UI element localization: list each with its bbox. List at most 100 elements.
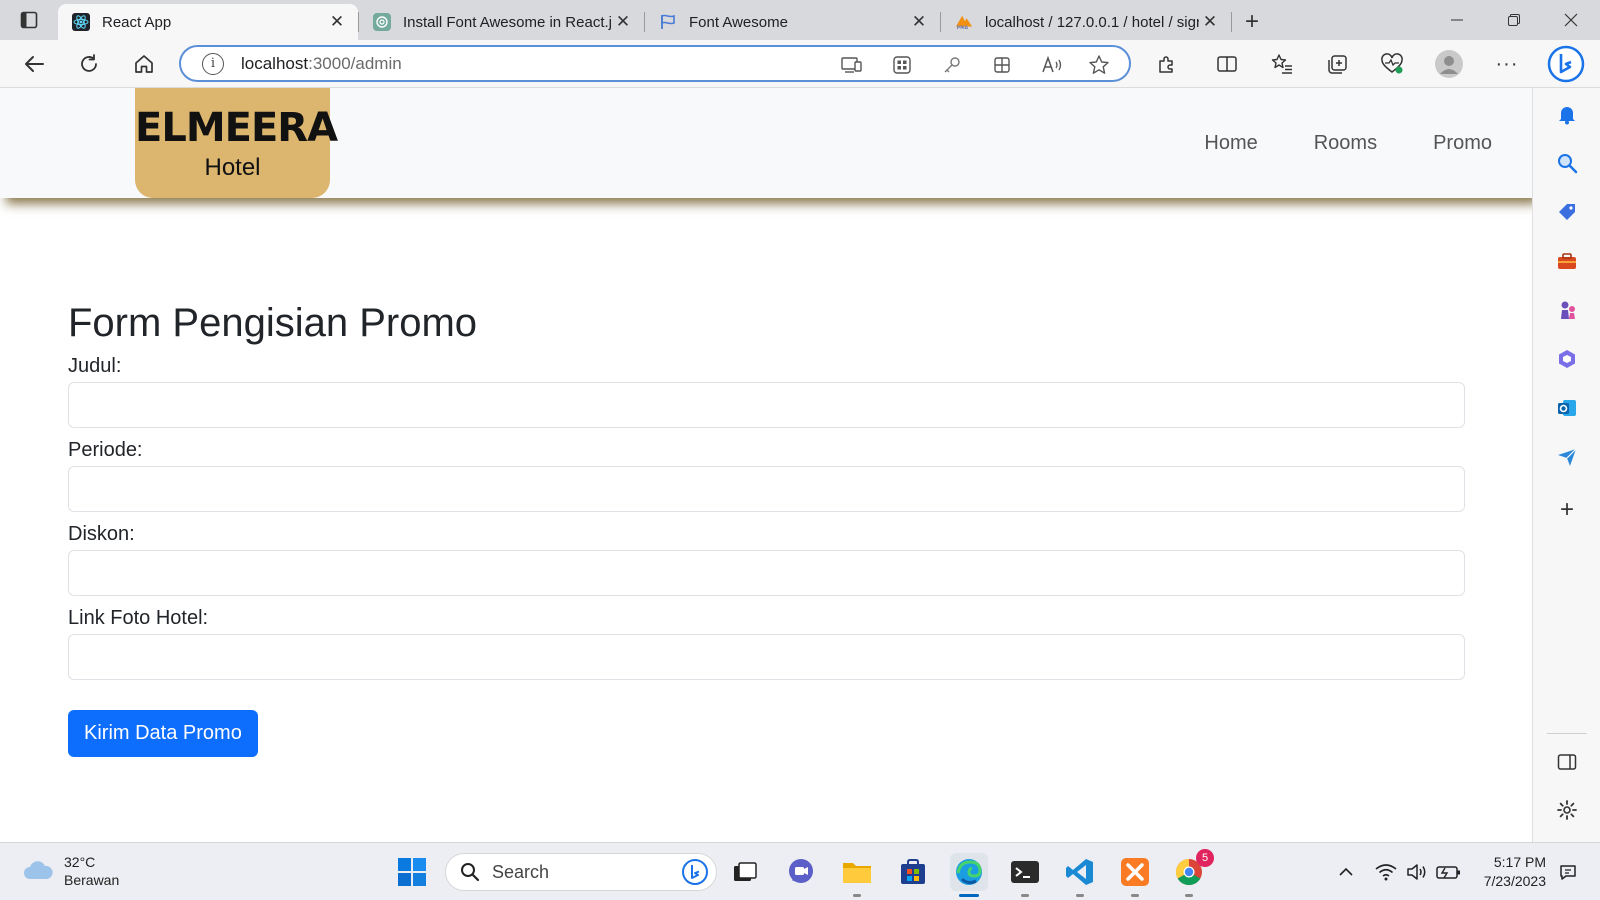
taskbar-search[interactable]: Search bbox=[445, 853, 717, 891]
phpmyadmin-icon: PMA bbox=[955, 13, 973, 31]
read-aloud-icon[interactable] bbox=[1039, 52, 1065, 78]
tab-react-app[interactable]: React App ✕ bbox=[58, 4, 358, 40]
xampp-icon bbox=[1121, 858, 1149, 886]
outlook-icon[interactable] bbox=[1555, 396, 1579, 420]
running-indicator bbox=[1021, 894, 1029, 897]
link-foto-label: Link Foto Hotel: bbox=[68, 607, 209, 629]
nav-rooms-link[interactable]: Rooms bbox=[1314, 132, 1377, 155]
chatgpt-icon bbox=[373, 13, 391, 31]
running-indicator bbox=[1076, 894, 1084, 897]
react-icon bbox=[72, 13, 90, 31]
terminal-button[interactable] bbox=[1006, 853, 1044, 897]
restore-icon bbox=[1507, 14, 1520, 26]
tab-phpmyadmin[interactable]: PMA localhost / 127.0.0.1 / hotel / sign… bbox=[941, 4, 1231, 40]
back-button[interactable] bbox=[17, 47, 51, 81]
extensions-button[interactable] bbox=[1150, 47, 1184, 81]
avatar-icon bbox=[1435, 50, 1463, 78]
sidebar-settings-gear-icon[interactable] bbox=[1555, 798, 1579, 822]
split-screen-button[interactable] bbox=[1210, 47, 1244, 81]
close-tab-icon[interactable]: ✕ bbox=[908, 11, 930, 33]
weather-condition: Berawan bbox=[64, 872, 120, 888]
profile-button[interactable] bbox=[1432, 47, 1466, 81]
taskbar-clock[interactable]: 5:17 PM 7/23/2023 bbox=[1476, 853, 1546, 891]
microsoft-store-button[interactable] bbox=[894, 853, 932, 891]
key-icon[interactable] bbox=[939, 52, 965, 78]
close-tab-icon[interactable]: ✕ bbox=[1199, 11, 1221, 33]
close-tab-icon[interactable]: ✕ bbox=[612, 11, 634, 33]
folder-icon bbox=[843, 863, 871, 883]
app-available-icon[interactable] bbox=[839, 52, 865, 78]
tab-actions-menu-button[interactable] bbox=[0, 0, 58, 40]
edge-sidebar: + bbox=[1532, 88, 1600, 842]
judul-input[interactable] bbox=[68, 382, 1465, 428]
running-indicator bbox=[853, 894, 861, 897]
browser-tab-strip: React App ✕ Install Font Awesome in Reac… bbox=[0, 0, 1600, 40]
windows-logo-icon bbox=[398, 858, 426, 886]
plus-icon: + bbox=[1244, 8, 1259, 35]
task-view-button[interactable] bbox=[726, 853, 764, 891]
teams-chat-button[interactable] bbox=[782, 853, 820, 891]
periode-input[interactable] bbox=[68, 466, 1465, 512]
nav-promo-link[interactable]: Promo bbox=[1433, 132, 1492, 155]
grid-apps-icon[interactable] bbox=[889, 52, 915, 78]
hide-sidebar-icon[interactable] bbox=[1555, 750, 1579, 774]
close-window-button[interactable] bbox=[1542, 0, 1599, 40]
page-viewport: ELMEERA Hotel Home Rooms Promo Form Peng… bbox=[0, 88, 1532, 842]
settings-more-button[interactable]: ··· bbox=[1490, 47, 1524, 81]
notification-center-icon[interactable] bbox=[1556, 859, 1580, 885]
more-dots-icon: ··· bbox=[1495, 52, 1519, 75]
nav-home-link[interactable]: Home bbox=[1204, 132, 1257, 155]
reload-button[interactable] bbox=[72, 47, 106, 81]
minimize-button[interactable] bbox=[1428, 0, 1485, 40]
wifi-icon[interactable] bbox=[1372, 859, 1400, 885]
show-hidden-icons-button[interactable] bbox=[1334, 859, 1358, 885]
clock-date: 7/23/2023 bbox=[1483, 873, 1546, 889]
promo-form: Form Pengisian Promo Judul: Periode: Dis… bbox=[68, 298, 1465, 757]
extensions-puzzle-icon[interactable] bbox=[989, 52, 1015, 78]
minimize-icon bbox=[1450, 19, 1463, 21]
vscode-button[interactable] bbox=[1061, 853, 1099, 897]
tab-title: Install Font Awesome in React.js bbox=[403, 13, 612, 31]
link-foto-input[interactable] bbox=[68, 634, 1465, 680]
weather-widget[interactable]: 32°C Berawan bbox=[22, 853, 119, 889]
add-sidebar-app-icon[interactable]: + bbox=[1555, 496, 1579, 523]
tab-title: Font Awesome bbox=[689, 13, 788, 31]
favorite-star-icon[interactable] bbox=[1086, 52, 1112, 78]
periode-label: Periode: bbox=[68, 439, 143, 461]
site-info-icon[interactable]: i bbox=[202, 52, 224, 75]
tools-briefcase-icon[interactable] bbox=[1555, 249, 1579, 273]
copilot-button[interactable] bbox=[1546, 44, 1586, 84]
running-indicator bbox=[1185, 894, 1193, 897]
battery-icon[interactable] bbox=[1434, 859, 1464, 885]
tab-title: React App bbox=[102, 13, 172, 31]
send-paper-plane-icon[interactable] bbox=[1555, 445, 1579, 469]
tab-install-font-awesome[interactable]: Install Font Awesome in React.js ✕ bbox=[359, 4, 644, 40]
start-button[interactable] bbox=[393, 853, 431, 891]
restore-button[interactable] bbox=[1485, 0, 1542, 40]
notifications-bell-icon[interactable] bbox=[1555, 102, 1579, 126]
shopping-tag-icon[interactable] bbox=[1555, 200, 1579, 224]
home-icon bbox=[135, 55, 153, 73]
favorites-button[interactable] bbox=[1265, 47, 1299, 81]
chrome-button[interactable]: 5 bbox=[1170, 849, 1214, 897]
edge-taskbar-button[interactable] bbox=[950, 853, 988, 897]
xampp-button[interactable] bbox=[1116, 853, 1154, 897]
collections-button[interactable] bbox=[1320, 47, 1354, 81]
diskon-input[interactable] bbox=[68, 550, 1465, 596]
terminal-icon bbox=[1011, 861, 1039, 883]
submit-promo-button[interactable]: Kirim Data Promo bbox=[68, 710, 258, 757]
hotel-logo[interactable]: ELMEERA Hotel bbox=[135, 88, 338, 198]
search-sidebar-icon[interactable] bbox=[1555, 151, 1579, 175]
games-chess-icon[interactable] bbox=[1555, 298, 1579, 322]
file-explorer-button[interactable] bbox=[838, 853, 876, 897]
volume-icon[interactable] bbox=[1403, 859, 1431, 885]
address-bar[interactable]: i localhost:3000/admin bbox=[179, 45, 1131, 82]
new-tab-button[interactable]: + bbox=[1232, 4, 1272, 40]
running-indicator bbox=[1131, 894, 1139, 897]
tab-font-awesome[interactable]: Font Awesome ✕ bbox=[645, 4, 940, 40]
office-icon[interactable] bbox=[1555, 347, 1579, 371]
home-button[interactable] bbox=[127, 47, 161, 81]
close-tab-icon[interactable]: ✕ bbox=[326, 11, 348, 33]
diskon-label: Diskon: bbox=[68, 523, 135, 545]
browser-essentials-button[interactable] bbox=[1375, 47, 1409, 81]
